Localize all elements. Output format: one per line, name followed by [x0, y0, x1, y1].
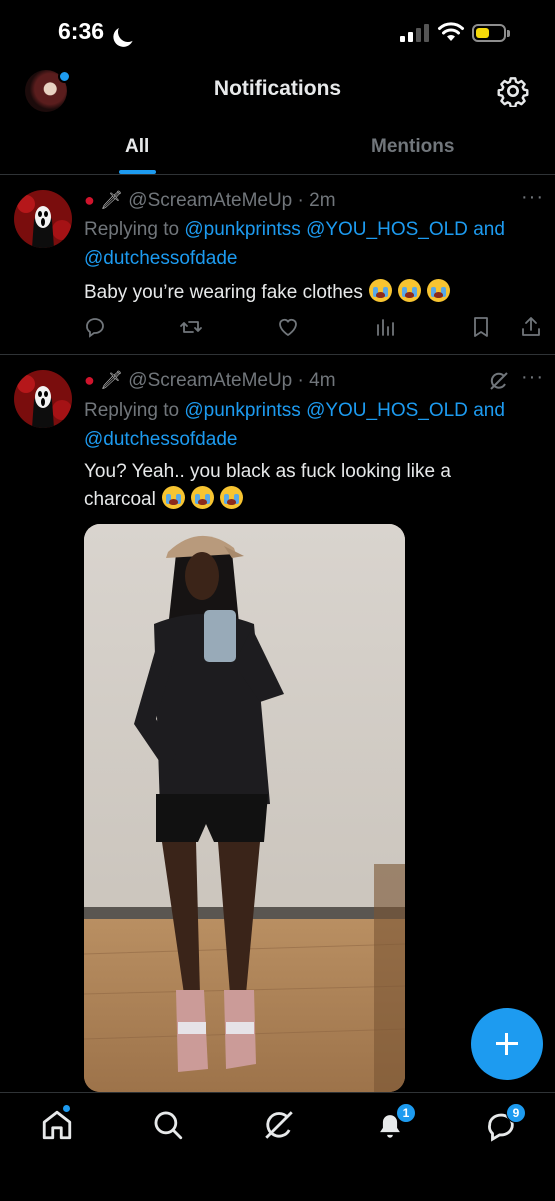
tweet-handle[interactable]: @ScreamAteMeUp [128, 190, 292, 211]
grok-icon[interactable] [262, 1108, 296, 1142]
replying-to: Replying to @punkprintss @YOU_HOS_OLD an… [84, 219, 505, 269]
tweet-avatar[interactable] [14, 370, 72, 428]
tweet-header: ● 🗡 @ScreamAteMeUp · 4m [84, 370, 336, 391]
home-icon[interactable] [40, 1108, 74, 1142]
notifications-badge: 1 [396, 1103, 416, 1123]
mention-link[interactable]: @dutchessofdade [84, 429, 237, 450]
more-icon[interactable]: ··· [521, 186, 544, 209]
messages-badge: 9 [506, 1103, 526, 1123]
tab-all[interactable]: All [125, 136, 149, 158]
wifi-icon [438, 22, 464, 41]
grok-icon[interactable] [487, 369, 511, 393]
views-icon[interactable] [373, 315, 397, 339]
tweet-header: ● 🗡 @ScreamAteMeUp · 2m [84, 190, 336, 211]
tweet-time: 2m [309, 190, 336, 211]
like-icon[interactable] [276, 315, 300, 339]
plus-icon [505, 1033, 508, 1055]
tab-mentions[interactable]: Mentions [371, 136, 454, 158]
tweet-handle[interactable]: @ScreamAteMeUp [128, 370, 292, 391]
tweet-text: Baby you’re wearing fake clothes [84, 279, 450, 307]
search-icon[interactable] [151, 1108, 185, 1142]
knife-icon: 🗡 [100, 190, 124, 210]
tweet-photo[interactable] [84, 524, 405, 1092]
more-icon[interactable]: ··· [521, 366, 544, 389]
mention-link[interactable]: @punkprintss @YOU_HOS_OLD [184, 219, 468, 240]
signal-icon [400, 24, 430, 42]
crying-face-icon [219, 486, 243, 509]
battery-nub [507, 30, 510, 37]
replying-to: Replying to @punkprintss @YOU_HOS_OLD an… [84, 400, 505, 450]
moon-icon [115, 19, 141, 45]
blood-drop-icon: ● [84, 370, 95, 390]
page-title: Notifications [213, 77, 342, 100]
bookmark-icon[interactable] [469, 315, 493, 339]
crying-face-icon [368, 279, 392, 302]
home-unread-dot [63, 1105, 70, 1112]
tweet-text: You? Yeah.. you black as fuck looking li… [84, 461, 451, 510]
tweet-time: 4m [309, 370, 336, 391]
gear-icon[interactable] [497, 75, 529, 107]
divider [0, 174, 555, 175]
crying-face-icon [426, 279, 450, 302]
share-icon[interactable] [519, 315, 543, 339]
knife-icon: 🗡 [100, 370, 124, 390]
retweet-icon[interactable] [179, 315, 203, 339]
crying-face-icon [161, 486, 185, 509]
blood-drop-icon: ● [84, 190, 95, 210]
crying-face-icon [190, 486, 214, 509]
tweet-avatar[interactable] [14, 190, 72, 248]
crying-face-icon [397, 279, 421, 302]
mention-link[interactable]: @dutchessofdade [84, 248, 237, 269]
battery-icon [472, 24, 506, 42]
mention-link[interactable]: @punkprintss @YOU_HOS_OLD [184, 400, 468, 421]
divider [0, 354, 555, 355]
status-time: 6:36 [58, 18, 105, 44]
reply-icon[interactable] [83, 315, 107, 339]
